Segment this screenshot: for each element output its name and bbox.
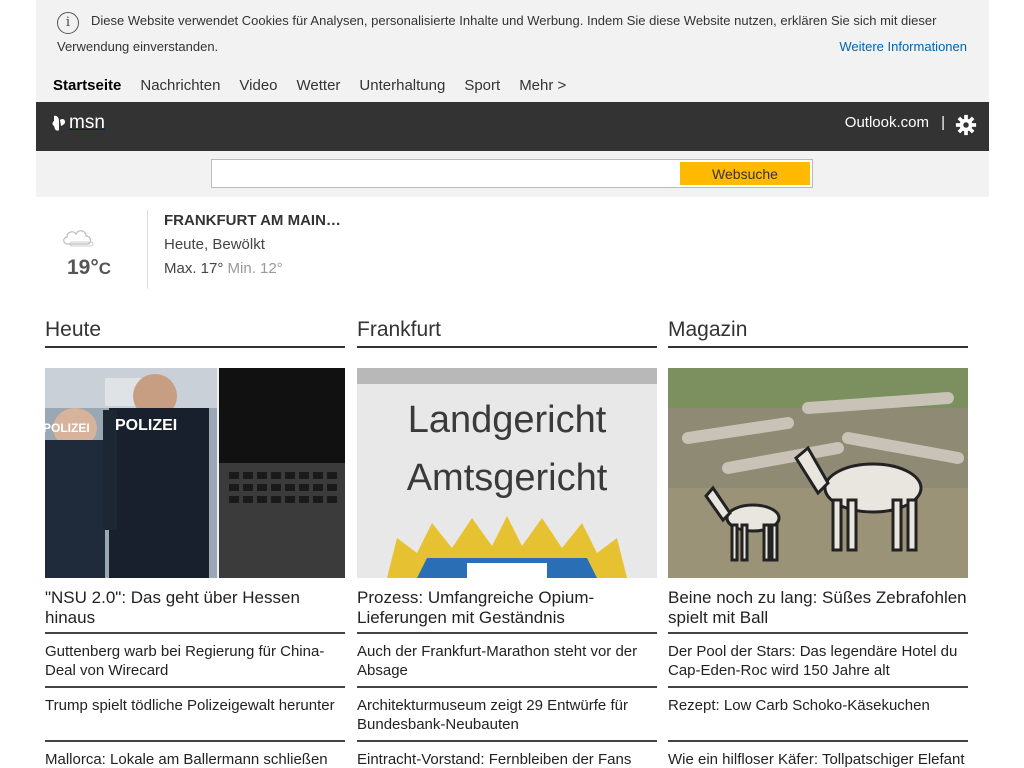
section-title-heute[interactable]: Heute	[45, 318, 345, 348]
cookie-more-link[interactable]: Weitere Informationen	[839, 34, 967, 60]
temperature-value: 19°	[67, 256, 99, 279]
nav-item-sport[interactable]: Sport	[464, 77, 500, 94]
search-bar: Websuche	[36, 151, 989, 197]
court-sign-line1: Landgericht	[408, 399, 607, 441]
section-title-magazin[interactable]: Magazin	[668, 318, 968, 348]
gear-icon[interactable]	[955, 114, 977, 136]
news-item[interactable]: Trump spielt tödliche Polizeigewalt heru…	[45, 688, 345, 742]
weather-max: Max. 17°	[164, 260, 224, 277]
page-shell: i Diese Website verwendet Cookies für An…	[36, 0, 989, 197]
section-title-frankfurt[interactable]: Frankfurt	[357, 318, 657, 348]
brand-name: msn	[69, 112, 105, 133]
court-sign-line2: Amtsgericht	[407, 457, 608, 499]
outlook-link[interactable]: Outlook.com	[845, 114, 929, 131]
weather-condition: Heute, Bewölkt	[164, 236, 265, 253]
nav-item-video[interactable]: Video	[239, 77, 277, 94]
column-heute: Heute POLIZEI POLIZEI "NSU 2.0": Das geh…	[45, 318, 345, 768]
court-sign-photo: Landgericht Amtsgericht	[357, 368, 657, 578]
headline-magazin[interactable]: Beine noch zu lang: Süßes Zebrafohlen sp…	[668, 578, 968, 634]
news-item[interactable]: Auch der Frankfurt-Marathon steht vor de…	[357, 634, 657, 688]
weather-min: Min. 12°	[227, 260, 283, 277]
column-frankfurt: Frankfurt Landgericht Amtsgericht Prozes…	[357, 318, 657, 768]
news-image-frankfurt[interactable]: Landgericht Amtsgericht	[357, 368, 657, 578]
column-magazin: Magazin Beine noch zu lang: Süßes Zebraf…	[668, 318, 968, 768]
header-separator: |	[941, 114, 945, 131]
nav-item-nachrichten[interactable]: Nachrichten	[140, 77, 220, 94]
news-image-magazin[interactable]	[668, 368, 968, 578]
weather-divider	[147, 210, 148, 289]
search-input[interactable]	[216, 162, 676, 185]
websuche-button[interactable]: Websuche	[680, 162, 810, 185]
msn-butterfly-icon	[52, 115, 65, 131]
nav-item-wetter[interactable]: Wetter	[297, 77, 341, 94]
police-label: POLIZEI	[115, 417, 177, 434]
weather-widget[interactable]: 19°C FRANKFURT AM MAIN… Heute, Bewölkt M…	[36, 210, 636, 290]
nav-item-startseite[interactable]: Startseite	[53, 77, 121, 94]
cloud-icon	[63, 230, 94, 247]
temperature-unit: C	[98, 259, 112, 278]
news-image-heute[interactable]: POLIZEI POLIZEI	[45, 368, 345, 578]
weather-temperature: 19°C	[67, 256, 111, 280]
headline-frankfurt[interactable]: Prozess: Umfangreiche Opium-Lieferungen …	[357, 578, 657, 634]
msn-logo[interactable]: msn	[51, 112, 105, 134]
header-bar: msn Outlook.com |	[36, 102, 989, 151]
police-label-left: POLIZEI	[45, 421, 90, 435]
news-item[interactable]: Mallorca: Lokale am Ballermann schließen	[45, 742, 345, 768]
news-item[interactable]: Architekturmuseum zeigt 29 Entwürfe für …	[357, 688, 657, 742]
news-item[interactable]: Wie ein hilfloser Käfer: Tollpatschiger …	[668, 742, 968, 768]
weather-city: FRANKFURT AM MAIN…	[164, 212, 341, 229]
zebra-photo	[668, 368, 968, 578]
news-item[interactable]: Der Pool der Stars: Das legendäre Hotel …	[668, 634, 968, 688]
search-box: Websuche	[211, 159, 813, 188]
nav-item-unterhaltung[interactable]: Unterhaltung	[359, 77, 445, 94]
news-item[interactable]: Eintracht-Vorstand: Fernbleiben der Fans	[357, 742, 657, 768]
news-item[interactable]: Guttenberg warb bei Regierung für China-…	[45, 634, 345, 688]
headline-heute[interactable]: "NSU 2.0": Das geht über Hessen hinaus	[45, 578, 345, 634]
cookie-text: Diese Website verwendet Cookies für Anal…	[57, 13, 937, 54]
cookie-banner: i Diese Website verwendet Cookies für An…	[36, 0, 989, 68]
news-item[interactable]: Rezept: Low Carb Schoko-Käsekuchen	[668, 688, 968, 742]
weather-minmax: Max. 17° Min. 12°	[164, 260, 283, 277]
info-icon: i	[57, 12, 79, 34]
nav-item-mehr[interactable]: Mehr >	[519, 77, 566, 94]
top-nav: Startseite Nachrichten Video Wetter Unte…	[36, 68, 989, 102]
police-photo: POLIZEI POLIZEI	[45, 368, 345, 578]
